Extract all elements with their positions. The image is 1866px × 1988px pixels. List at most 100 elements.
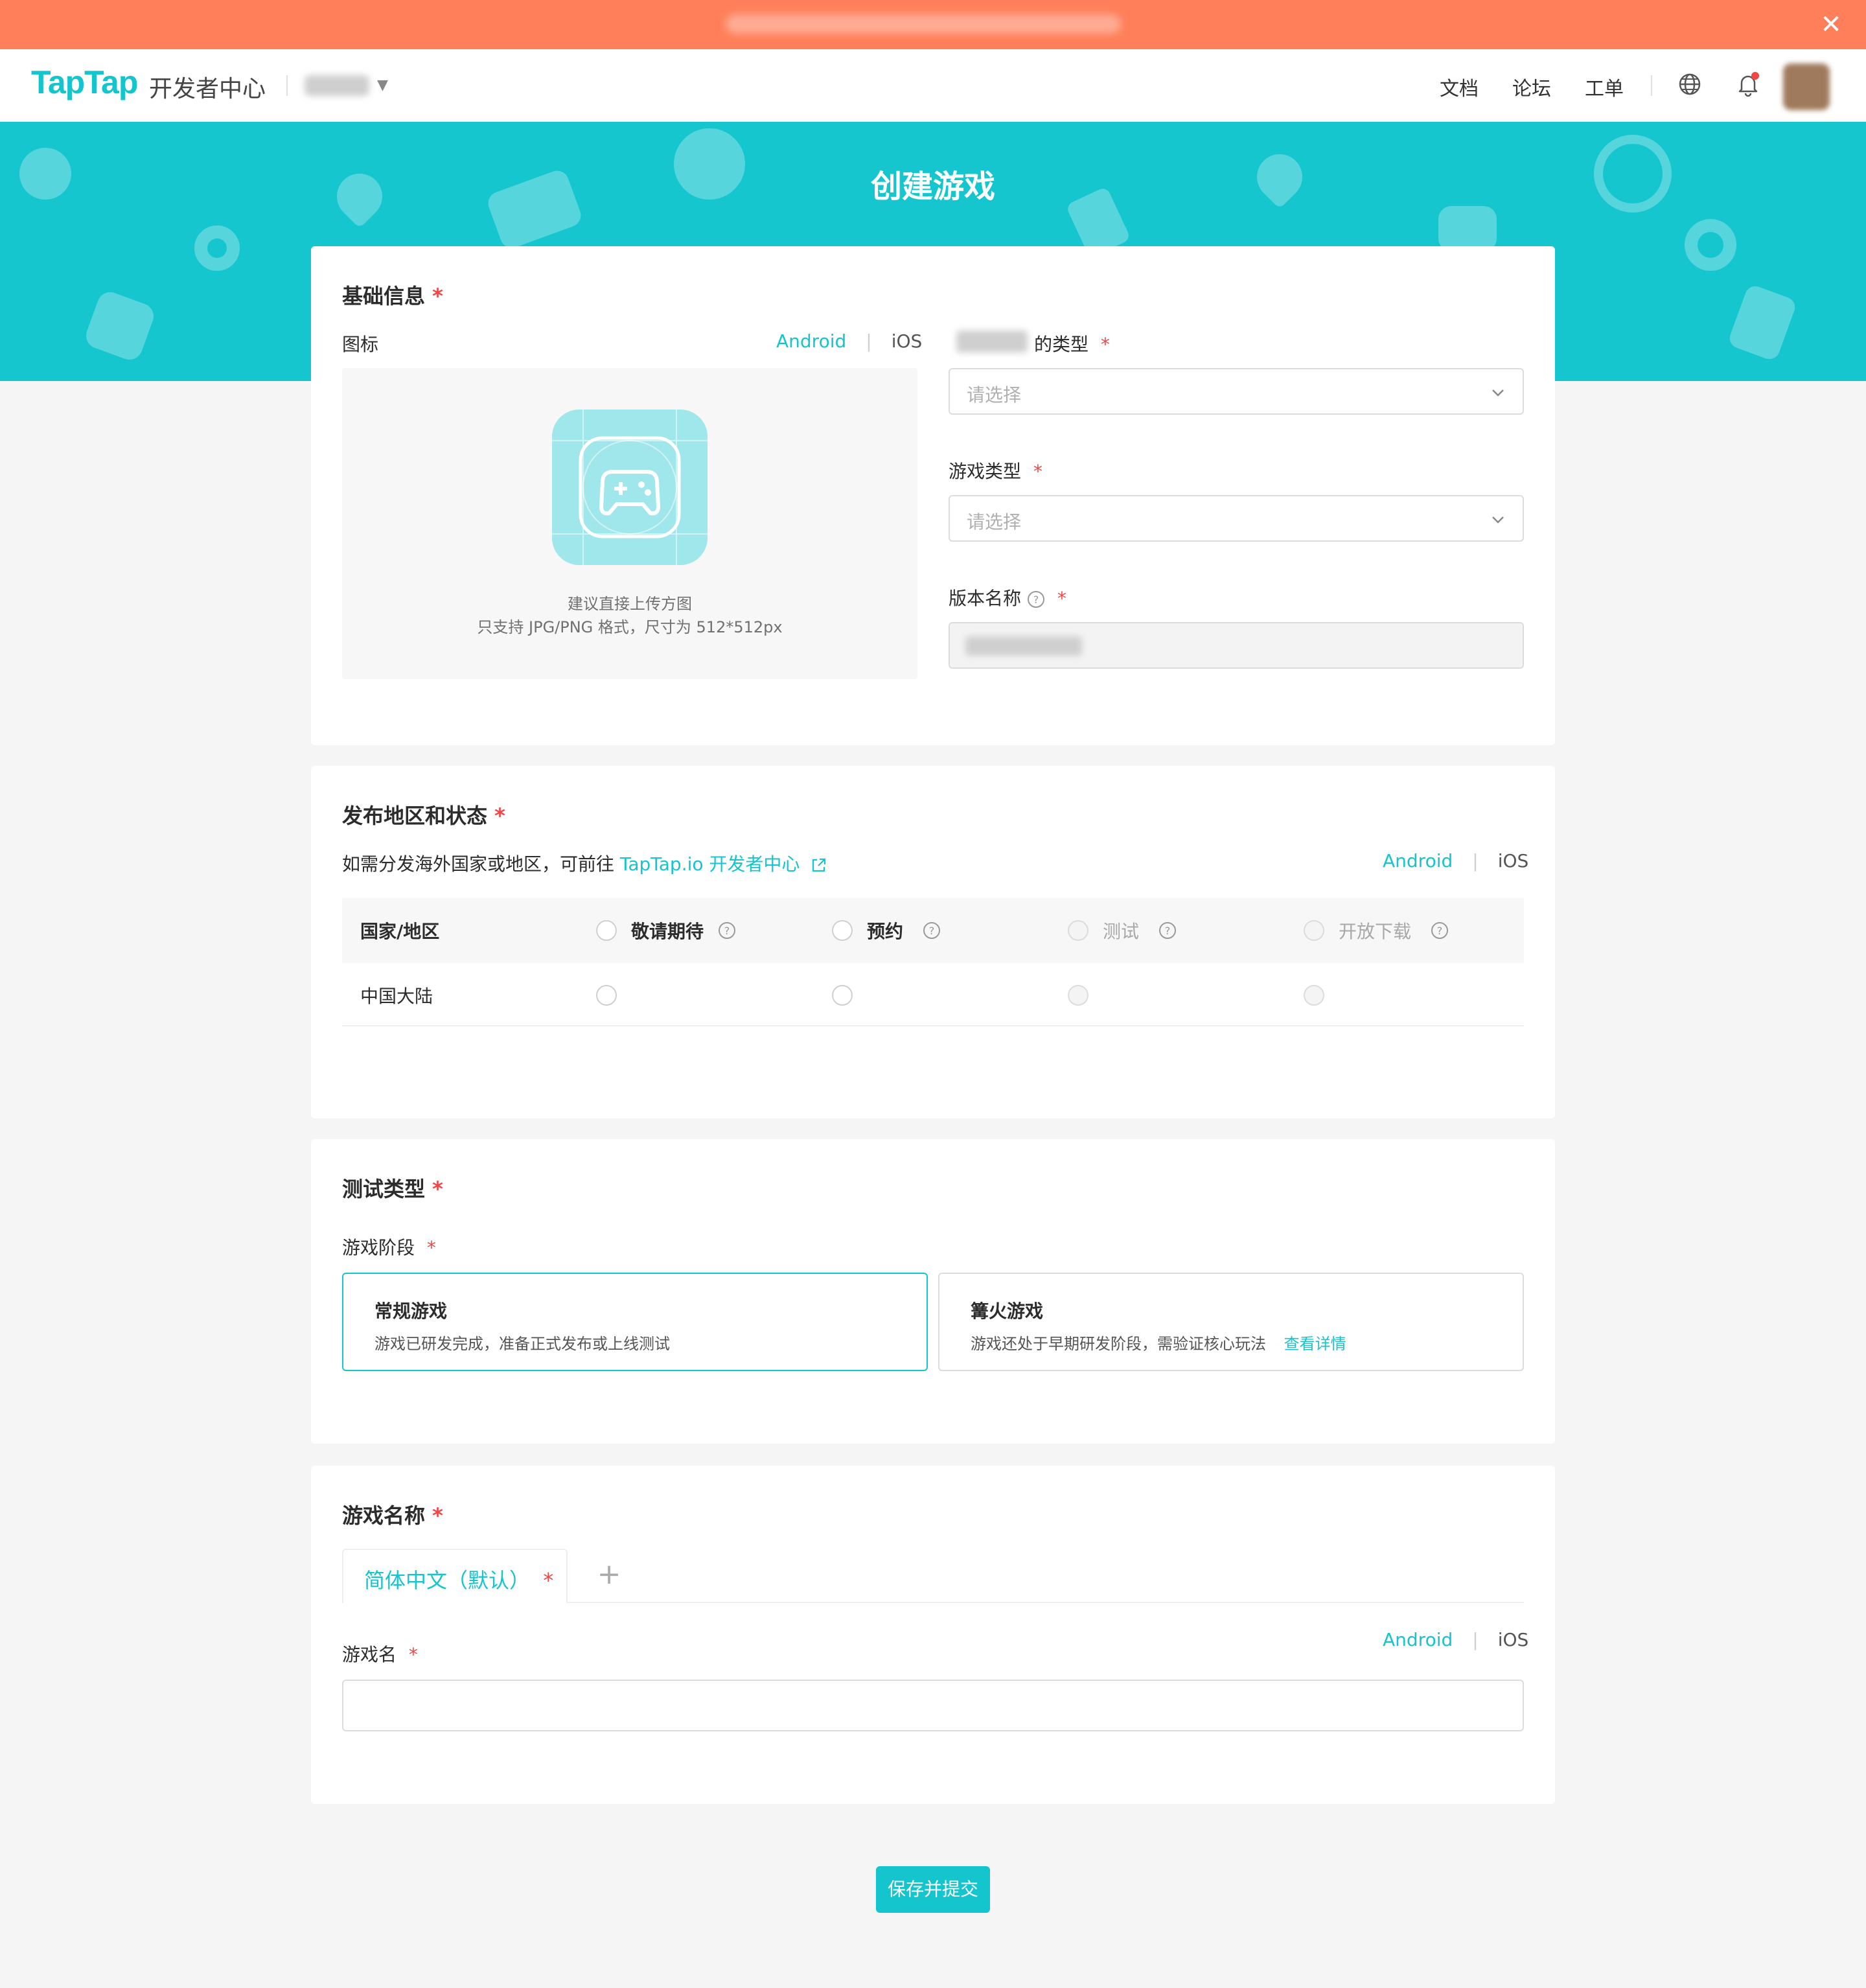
version-label-text: 版本名称 bbox=[949, 588, 1022, 609]
caret-down-icon: ▼ bbox=[377, 77, 388, 93]
svg-text:?: ? bbox=[1033, 594, 1039, 606]
nav-forum[interactable]: 论坛 bbox=[1512, 73, 1551, 101]
region-table-header: 国家/地区 敬请期待 ? 预约 ? 测试 ? 开放下载 ? bbox=[342, 898, 1524, 963]
svg-text:?: ? bbox=[1165, 925, 1171, 937]
column-header-coming-soon: 敬请期待 bbox=[631, 921, 704, 942]
required-mark: * bbox=[494, 803, 505, 828]
radio-coming-soon[interactable] bbox=[596, 985, 617, 1006]
icon-upload-area[interactable]: 建议直接上传方图 只支持 JPG/PNG 格式，尺寸为 512*512px bbox=[342, 368, 917, 679]
note-decoration-icon bbox=[1727, 283, 1798, 362]
platform-type-select[interactable]: 请选择 bbox=[949, 368, 1524, 415]
save-and-submit-button[interactable]: 保存并提交 bbox=[876, 1866, 990, 1913]
column-header-region: 国家/地区 bbox=[360, 921, 440, 942]
overseas-note: 如需分发海外国家或地区，可前往 TapTap.io 开发者中心 bbox=[342, 850, 827, 876]
section-title-text: 基础信息 bbox=[342, 284, 426, 308]
game-stage-label-text: 游戏阶段 bbox=[342, 1237, 415, 1258]
platform-switch: Android | iOS bbox=[1383, 850, 1529, 872]
tab-simplified-chinese[interactable]: 简体中文（默认） * bbox=[342, 1549, 568, 1603]
platform-android-tab[interactable]: Android bbox=[1383, 850, 1453, 872]
radio-reservation-all[interactable] bbox=[832, 920, 853, 941]
overseas-note-text: 如需分发海外国家或地区，可前往 bbox=[342, 853, 620, 875]
section-title-text: 发布地区和状态 bbox=[342, 803, 488, 828]
platform-android-tab[interactable]: Android bbox=[1383, 1629, 1453, 1650]
platform-android-tab[interactable]: Android bbox=[776, 330, 846, 352]
radio-open-download-all bbox=[1304, 920, 1324, 941]
platform-ios-tab[interactable]: iOS bbox=[892, 330, 923, 352]
blurred-text bbox=[956, 330, 1028, 353]
stage-option-regular[interactable]: 常规游戏 游戏已研发完成，准备正式发布或上线测试 bbox=[342, 1273, 928, 1371]
platform-switch: Android | iOS bbox=[1383, 1629, 1529, 1650]
icon-label: 图标 bbox=[342, 334, 379, 355]
radio-test bbox=[1068, 985, 1088, 1006]
key-decoration-icon bbox=[1685, 219, 1736, 271]
svg-text:?: ? bbox=[724, 925, 730, 937]
required-mark: * bbox=[426, 1237, 436, 1258]
help-icon[interactable]: ? bbox=[718, 921, 736, 940]
test-type-card: 测试类型 * 游戏阶段 * 常规游戏 游戏已研发完成，准备正式发布或上线测试 篝… bbox=[311, 1139, 1555, 1444]
game-stage-label: 游戏阶段 * bbox=[342, 1234, 436, 1260]
option-description-text: 游戏还处于早期研发阶段，需验证核心玩法 bbox=[971, 1335, 1266, 1353]
bell-icon[interactable] bbox=[1734, 70, 1762, 98]
game-type-label-text: 游戏类型 bbox=[949, 461, 1022, 482]
section-title: 测试类型 * bbox=[342, 1173, 443, 1203]
upload-hint: 建议直接上传方图 bbox=[568, 595, 692, 613]
blurred-notice-text bbox=[726, 14, 1121, 34]
column-header-reservation: 预约 bbox=[867, 921, 904, 942]
platform-ios-tab[interactable]: iOS bbox=[1498, 850, 1529, 872]
game-name-label: 游戏名 * bbox=[342, 1641, 418, 1667]
required-mark: * bbox=[432, 284, 443, 308]
help-icon[interactable]: ? bbox=[1158, 921, 1177, 940]
game-type-label: 游戏类型 * bbox=[949, 457, 1042, 483]
tab-label: 简体中文（默认） * bbox=[364, 1564, 553, 1594]
game-name-input[interactable] bbox=[342, 1680, 1524, 1731]
app-switcher[interactable]: ▼ bbox=[305, 73, 395, 98]
option-description: 游戏还处于早期研发阶段，需验证核心玩法 查看详情 bbox=[971, 1331, 1346, 1354]
thumb-decoration-icon bbox=[82, 288, 157, 364]
help-icon[interactable]: ? bbox=[1431, 921, 1449, 940]
select-placeholder: 请选择 bbox=[967, 511, 1022, 533]
chevron-down-icon bbox=[1492, 516, 1504, 524]
gamepad-placeholder-icon bbox=[552, 410, 708, 565]
svg-text:?: ? bbox=[929, 925, 935, 937]
logo-subtitle: 开发者中心 bbox=[149, 76, 266, 102]
required-mark: * bbox=[543, 1568, 554, 1593]
section-title: 基础信息 * bbox=[342, 280, 443, 310]
nav-docs[interactable]: 文档 bbox=[1440, 73, 1479, 101]
add-language-button[interactable]: + bbox=[588, 1554, 630, 1595]
section-title: 游戏名称 * bbox=[342, 1499, 443, 1529]
required-mark: * bbox=[432, 1177, 443, 1201]
blurred-version-value bbox=[965, 636, 1082, 656]
column-header-test: 测试 bbox=[1103, 921, 1140, 942]
header-divider bbox=[286, 75, 288, 96]
region-name: 中国大陆 bbox=[360, 986, 433, 1007]
radio-coming-soon-all[interactable] bbox=[596, 920, 617, 941]
option-title: 篝火游戏 bbox=[971, 1300, 1044, 1322]
key-decoration-icon bbox=[194, 225, 240, 271]
view-details-link[interactable]: 查看详情 bbox=[1284, 1335, 1346, 1353]
version-name-field bbox=[949, 622, 1524, 669]
help-icon[interactable]: ? bbox=[1027, 590, 1045, 608]
select-placeholder: 请选择 bbox=[967, 384, 1022, 406]
table-row: 中国大陆 bbox=[342, 963, 1524, 1026]
close-icon[interactable]: ✕ bbox=[1815, 9, 1847, 40]
help-icon[interactable]: ? bbox=[923, 921, 941, 940]
game-name-label-text: 游戏名 bbox=[342, 1644, 397, 1665]
nav-ticket[interactable]: 工单 bbox=[1585, 73, 1624, 101]
star-decoration-icon bbox=[1438, 206, 1497, 251]
required-mark: * bbox=[1100, 334, 1110, 355]
blurred-app-name bbox=[305, 75, 369, 96]
taptap-logo[interactable]: TapTap bbox=[31, 64, 138, 101]
platform-ios-tab[interactable]: iOS bbox=[1498, 1629, 1529, 1650]
external-link-icon[interactable] bbox=[811, 857, 827, 873]
notice-banner: ✕ bbox=[0, 0, 1866, 49]
radio-reservation[interactable] bbox=[832, 985, 853, 1006]
avatar[interactable] bbox=[1783, 64, 1830, 110]
option-description: 游戏已研发完成，准备正式发布或上线测试 bbox=[374, 1335, 670, 1353]
globe-icon[interactable] bbox=[1677, 71, 1703, 97]
stage-option-bonfire[interactable]: 篝火游戏 游戏还处于早期研发阶段，需验证核心玩法 查看详情 bbox=[938, 1273, 1524, 1371]
game-type-select[interactable]: 请选择 bbox=[949, 495, 1524, 542]
tab-label-text: 简体中文（默认） bbox=[364, 1568, 531, 1593]
taptap-io-link[interactable]: TapTap.io 开发者中心 bbox=[620, 853, 800, 875]
required-mark: * bbox=[408, 1644, 418, 1665]
required-mark: * bbox=[1057, 588, 1066, 609]
